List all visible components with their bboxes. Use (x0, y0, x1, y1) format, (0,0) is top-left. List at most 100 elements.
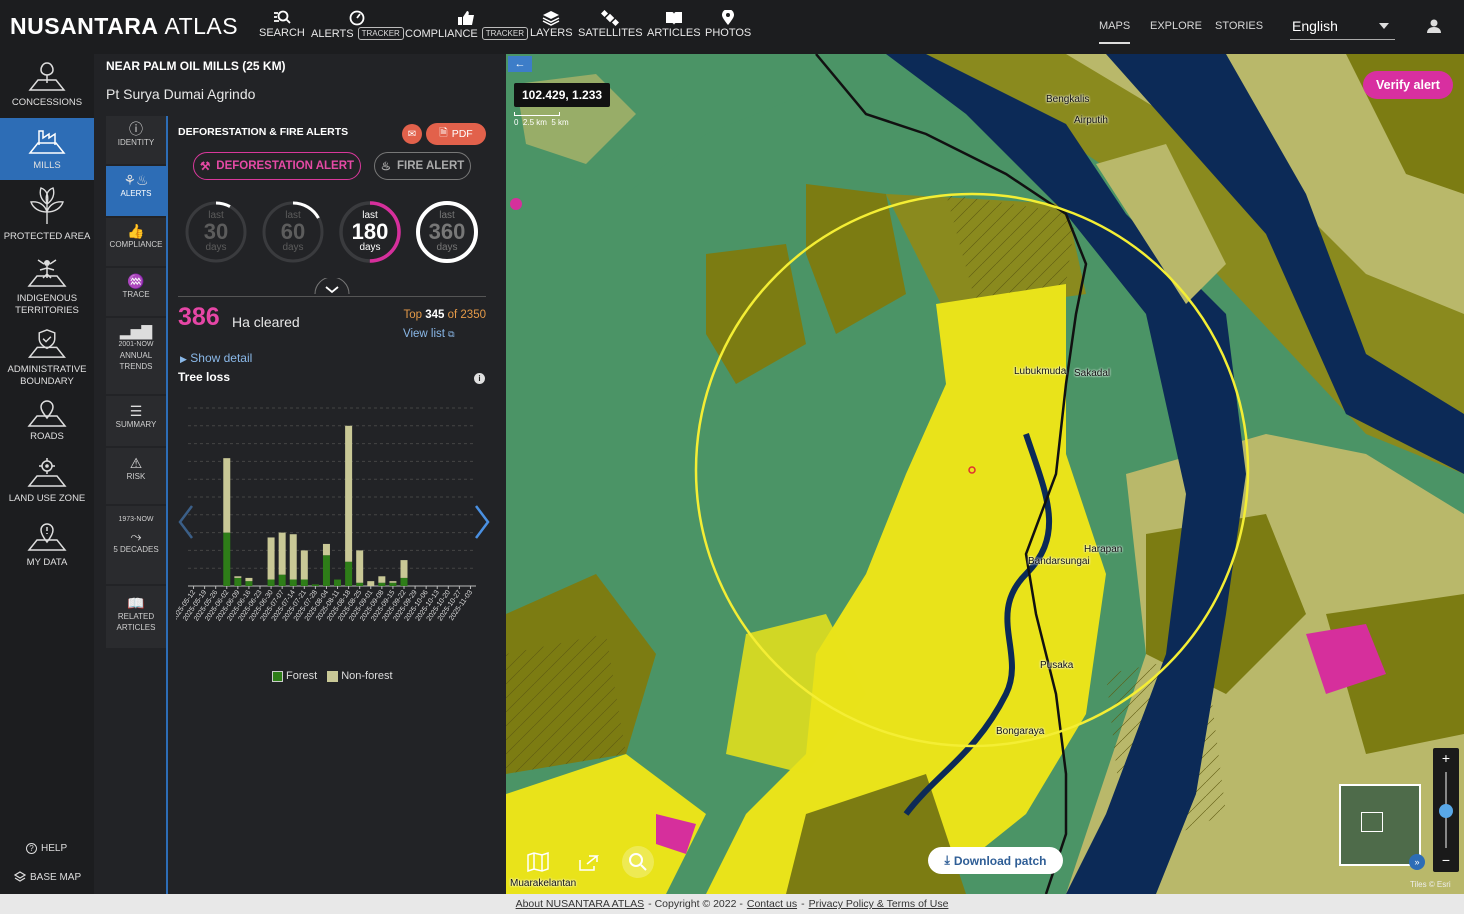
map-search-button[interactable] (622, 846, 654, 878)
tab-trace[interactable]: ♒ TRACE (106, 268, 166, 316)
bar-non-forest[interactable] (322, 543, 330, 556)
deforestation-alert-button[interactable]: ⚒ DEFORESTATION ALERT (193, 152, 361, 180)
footer-separator: - (801, 898, 805, 910)
chart-prev-icon[interactable] (178, 505, 193, 539)
bar-chart-icon: ▂▅▇ (119, 323, 153, 339)
chart-next-icon[interactable] (475, 505, 490, 539)
bar-non-forest[interactable] (289, 534, 297, 580)
overview-minimap[interactable]: » (1339, 784, 1425, 870)
sidebar-item-indigenous-territories[interactable]: INDIGENOUS TERRITORIES (0, 256, 94, 318)
bar-forest[interactable] (389, 582, 397, 586)
download-patch-button[interactable]: ⤓ Download patch (928, 847, 1063, 874)
sidebar-item-concessions[interactable]: CONCESSIONS (0, 60, 94, 118)
bar-non-forest[interactable] (367, 581, 375, 586)
place-label: Pusaka (1040, 660, 1074, 671)
bar-non-forest[interactable] (356, 550, 364, 583)
user-icon[interactable] (1426, 18, 1442, 34)
bar-non-forest[interactable] (223, 458, 231, 533)
bar-forest[interactable] (278, 574, 286, 586)
bar-forest[interactable] (345, 561, 353, 586)
bar-forest[interactable] (267, 579, 275, 586)
bar-forest[interactable] (223, 532, 231, 586)
policy-link[interactable]: Privacy Policy & Terms of Use (809, 898, 949, 910)
chevron-down-icon[interactable] (314, 278, 350, 298)
bar-non-forest[interactable] (245, 577, 253, 582)
bar-forest[interactable] (289, 579, 297, 586)
sidebar-item-administrative-boundary[interactable]: ADMINISTRATIVE BOUNDARY (0, 328, 94, 388)
legend-non-forest[interactable]: Non-forest (327, 670, 393, 682)
sidebar-item-land-use-zone[interactable]: LAND USE ZONE (0, 456, 94, 508)
tab-alerts[interactable]: ⚘♨ ALERTS (106, 166, 166, 216)
basemap-toggle-button[interactable] (522, 846, 554, 878)
nav-alerts[interactable]: ALERTS TRACKER (311, 10, 404, 40)
pdf-button[interactable]: 🗎 PDF (426, 123, 486, 145)
bar-forest[interactable] (334, 579, 342, 586)
map-canvas[interactable] (506, 54, 1464, 894)
verify-alert-button[interactable]: Verify alert (1363, 71, 1453, 99)
nav-compliance[interactable]: COMPLIANCE TRACKER (405, 10, 528, 40)
bar-non-forest[interactable] (234, 576, 242, 578)
bar-forest[interactable] (400, 577, 408, 586)
zoom-out-button[interactable]: − (1433, 850, 1459, 870)
nav-stories[interactable]: STORIES (1215, 20, 1263, 32)
place-label: Sakadal (1074, 368, 1111, 379)
fire-alert-button[interactable]: ♨ FIRE ALERT (374, 152, 471, 180)
period-60-days[interactable]: last 60 days (261, 200, 325, 264)
sidebar-item-roads[interactable]: ROADS (0, 398, 94, 444)
tab-identity[interactable]: ⓘ IDENTITY (106, 116, 166, 164)
copyright-text: - Copyright © 2022 - (648, 898, 743, 910)
bar-non-forest[interactable] (378, 576, 386, 583)
sidebar-item-mills[interactable]: MILLS (0, 118, 94, 180)
nav-maps[interactable]: MAPS (1099, 20, 1131, 44)
period-360-days[interactable]: last 360 days (415, 200, 479, 264)
nav-satellites[interactable]: SATELLITES (578, 10, 643, 39)
tab-annual-trends[interactable]: ▂▅▇ 2001-NOW ANNUAL TRENDS (106, 318, 166, 394)
language-select[interactable]: English (1290, 14, 1395, 40)
sidebar-item-my-data[interactable]: MY DATA (0, 520, 94, 570)
bar-non-forest[interactable] (300, 550, 308, 580)
bar-forest[interactable] (378, 582, 386, 586)
period-30-days[interactable]: last 30 days (184, 200, 248, 264)
zoom-slider-handle[interactable] (1439, 804, 1453, 818)
period-180-days[interactable]: last 180 days (338, 200, 402, 264)
nav-layers[interactable]: LAYERS (530, 10, 573, 39)
help-button[interactable]: ? HELP (26, 843, 67, 854)
nav-articles[interactable]: ARTICLES (647, 10, 701, 39)
view-list-link[interactable]: View list ⧉ (403, 328, 455, 340)
share-button[interactable] (572, 846, 604, 878)
contact-link[interactable]: Contact us (747, 898, 797, 910)
email-button[interactable]: ✉ (402, 124, 422, 144)
nav-search[interactable]: SEARCH (259, 10, 305, 39)
legend-forest[interactable]: Forest (272, 670, 317, 682)
bar-forest[interactable] (311, 584, 319, 586)
minimap-toggle-icon[interactable]: » (1409, 854, 1425, 870)
map-view[interactable]: ← 102.429, 1.233 0 2.5 km 5 km Verify al… (506, 54, 1464, 894)
bar-non-forest[interactable] (389, 581, 397, 583)
bar-forest[interactable] (245, 581, 253, 586)
place-label: Harapan (1084, 544, 1123, 555)
bar-forest[interactable] (322, 555, 330, 586)
about-link[interactable]: About NUSANTARA ATLAS (516, 898, 645, 910)
brand-logo[interactable]: NUSANTARA ATLAS (10, 13, 238, 40)
bar-non-forest[interactable] (278, 532, 286, 575)
nav-explore[interactable]: EXPLORE (1150, 20, 1202, 32)
tab-related-articles[interactable]: 📖 RELATED ARTICLES (106, 586, 166, 648)
place-label: Bengkalis (1046, 94, 1090, 105)
nav-photos[interactable]: PHOTOS (705, 10, 751, 39)
tab-5-decades[interactable]: 1973-NOW ⤳ 5 DECADES (106, 506, 166, 584)
bar-non-forest[interactable] (345, 425, 353, 562)
tab-compliance[interactable]: 👍 COMPLIANCE (106, 218, 166, 266)
tab-summary[interactable]: ☰ SUMMARY (106, 396, 166, 446)
sidebar-item-protected-area[interactable]: PROTECTED AREA (0, 186, 94, 244)
bar-non-forest[interactable] (267, 537, 275, 580)
bar-forest[interactable] (300, 579, 308, 586)
bar-forest[interactable] (356, 582, 364, 586)
collapse-panel-button[interactable]: ← (508, 56, 532, 72)
zoom-in-button[interactable]: + (1433, 748, 1459, 768)
tab-risk[interactable]: ⚠ RISK (106, 448, 166, 504)
bar-non-forest[interactable] (400, 560, 408, 578)
basemap-button[interactable]: BASE MAP (14, 871, 81, 883)
show-detail-toggle[interactable]: ▶ Show detail (180, 351, 252, 365)
info-icon[interactable]: i (474, 373, 485, 384)
bar-forest[interactable] (234, 577, 242, 586)
